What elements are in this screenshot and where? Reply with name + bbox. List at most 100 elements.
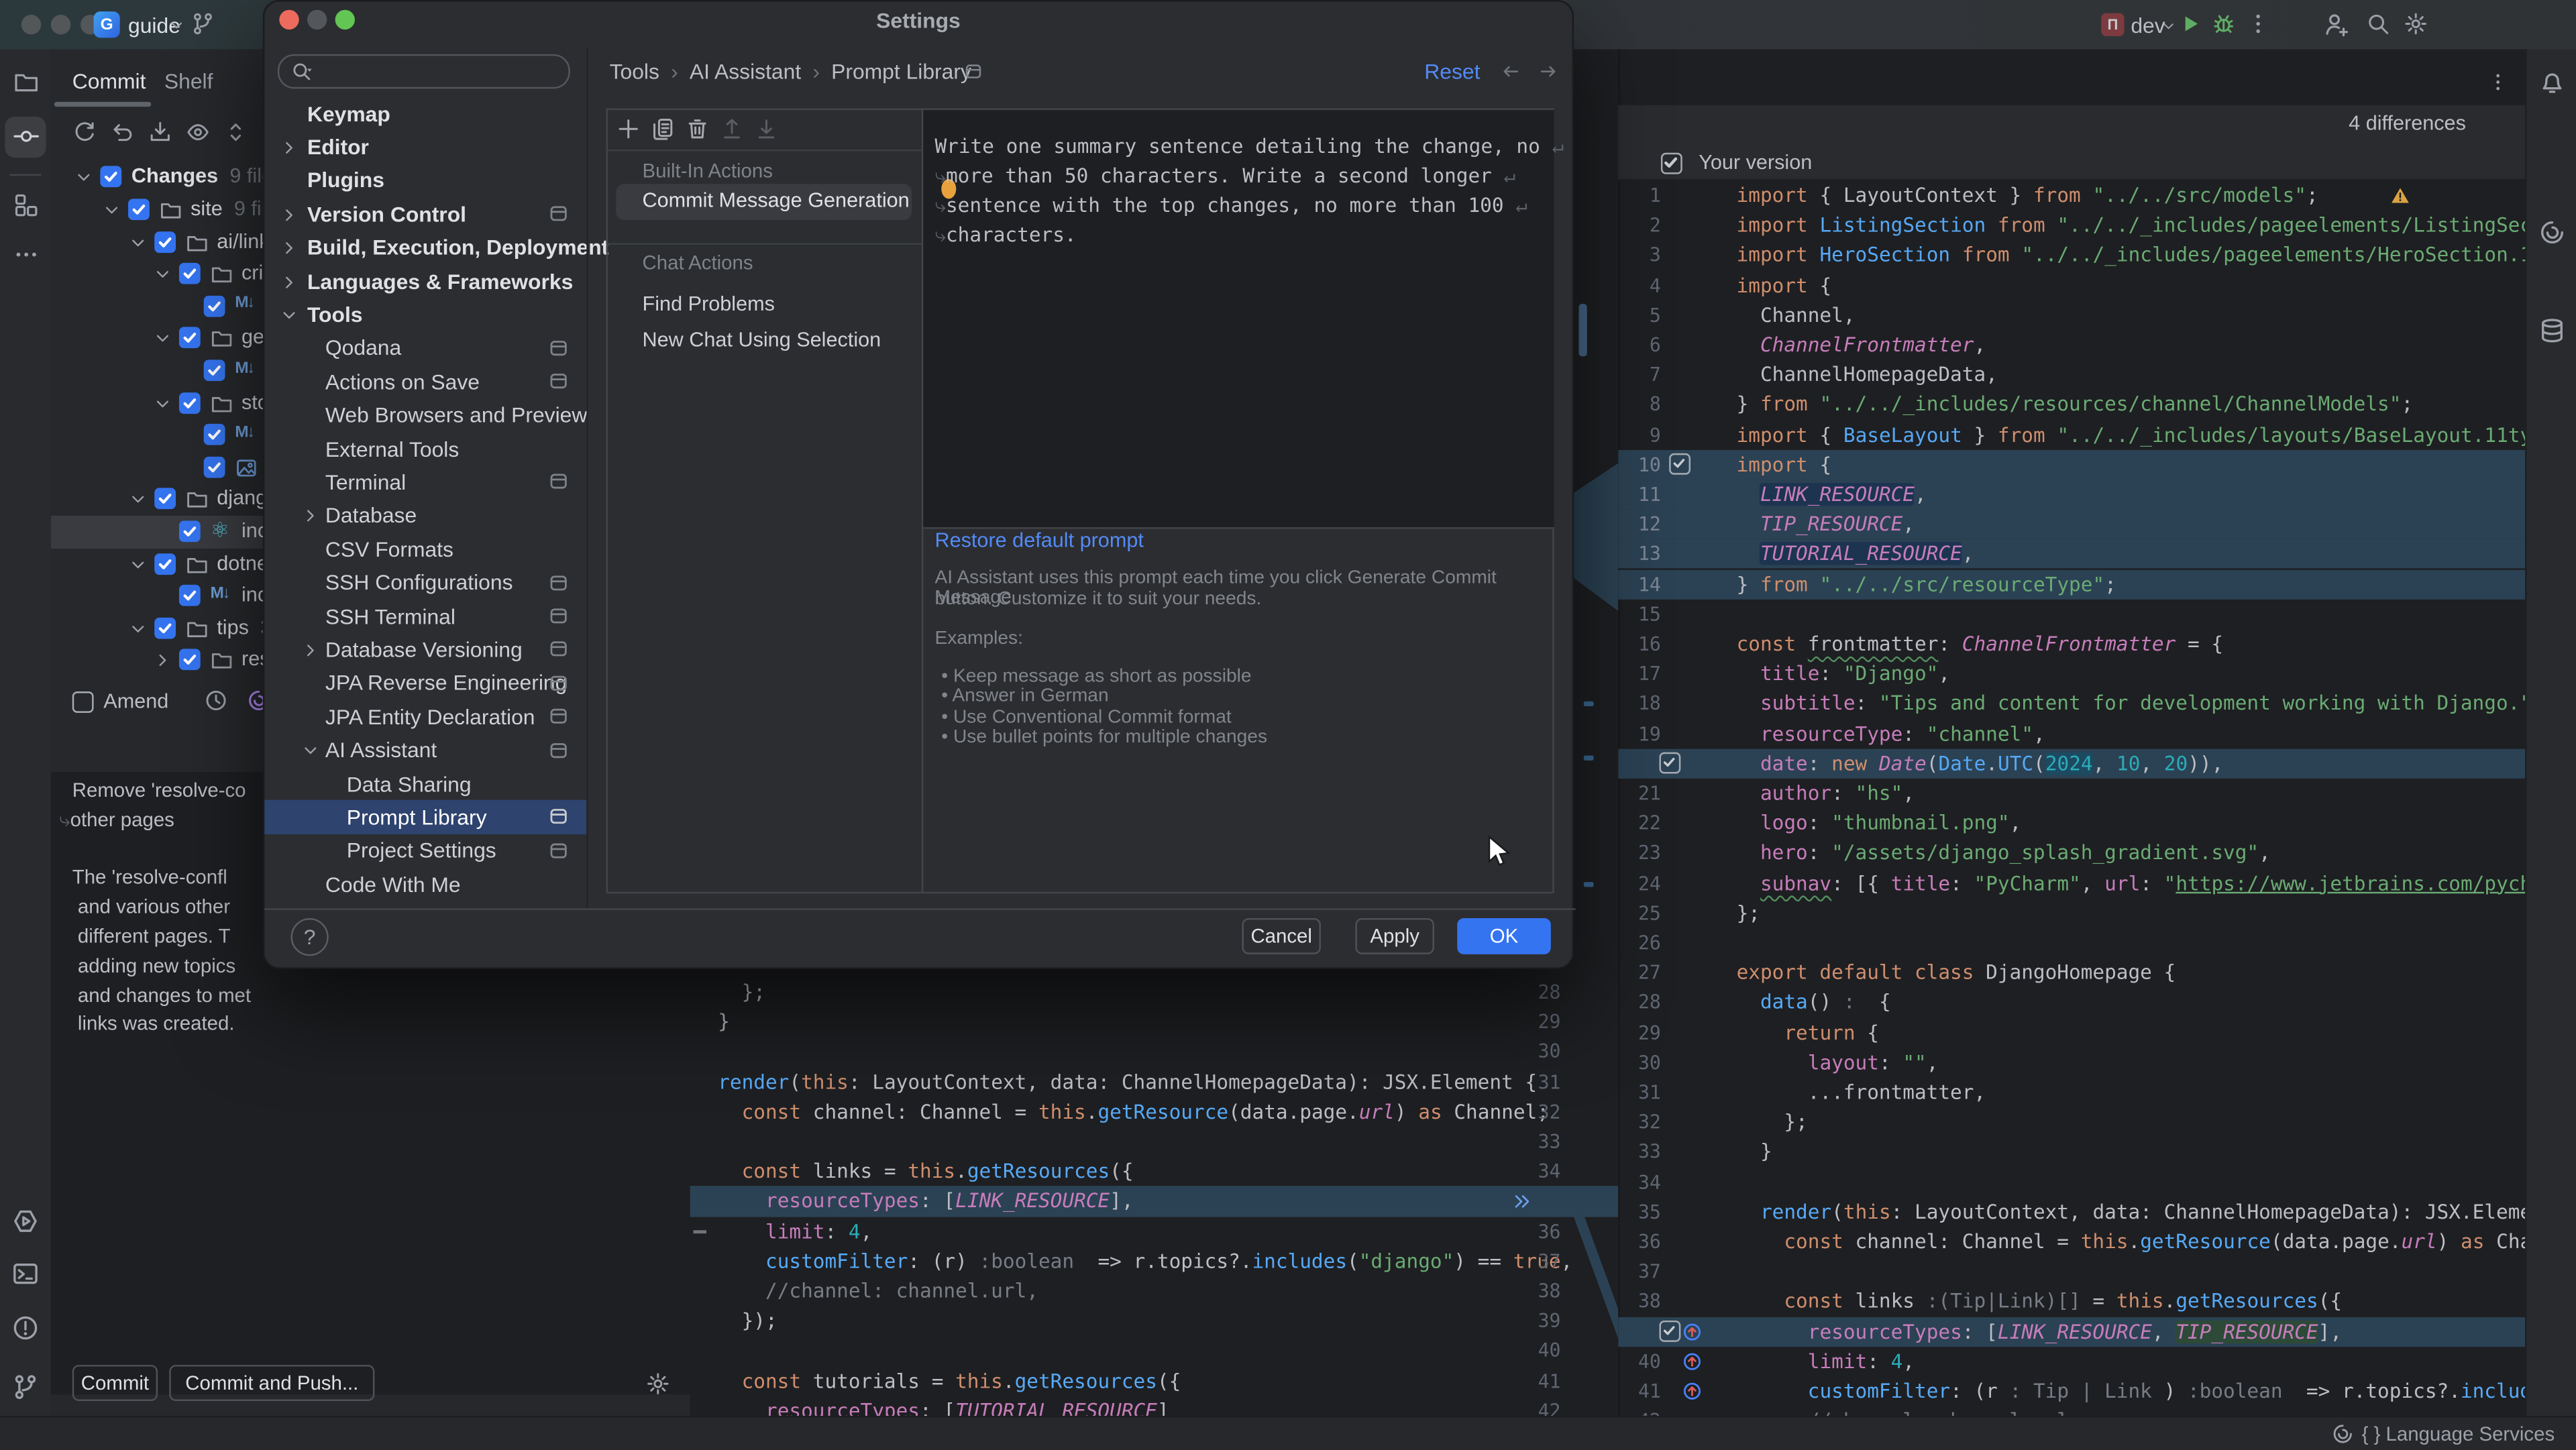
action-item-new-chat-using-selection[interactable]: New Chat Using Selection	[616, 323, 912, 359]
ai-status-icon[interactable]	[2331, 1423, 2354, 1445]
file-checkbox[interactable]	[204, 295, 225, 317]
file-checkbox[interactable]	[128, 199, 150, 220]
notifications-icon[interactable]	[2538, 67, 2567, 95]
file-checkbox[interactable]	[179, 520, 201, 542]
cancel-button[interactable]: Cancel	[1242, 918, 1321, 954]
file-checkbox[interactable]	[179, 327, 201, 349]
commit-and-push-button[interactable]: Commit and Push...	[169, 1365, 374, 1401]
file-checkbox[interactable]	[179, 649, 201, 671]
action-item-commit-message-generation[interactable]: Commit Message Generation	[616, 184, 912, 220]
settings-tree-item-languages-frameworks[interactable]: Languages & Frameworks	[264, 264, 586, 298]
settings-tree-item-csv-formats[interactable]: CSV Formats	[264, 533, 586, 566]
code-with-me-button[interactable]	[2323, 11, 2349, 38]
file-checkbox[interactable]	[179, 392, 201, 413]
more-actions-button[interactable]	[2246, 11, 2271, 36]
eye-button[interactable]	[186, 120, 211, 145]
file-checkbox[interactable]	[179, 585, 201, 606]
settings-tree-item-keymap[interactable]: Keymap	[264, 97, 586, 130]
settings-tree-item-data-sharing[interactable]: Data Sharing	[264, 767, 586, 801]
ide-settings-button[interactable]	[2404, 11, 2428, 36]
settings-tree-item-code-with-me[interactable]: Code With Me	[264, 868, 586, 901]
settings-tree-item-database[interactable]: Database	[264, 499, 586, 533]
commit-tool-icon[interactable]	[13, 123, 40, 150]
apply-change-icon[interactable]	[1680, 1380, 1703, 1402]
add-action-button[interactable]	[616, 117, 641, 142]
file-checkbox[interactable]	[100, 166, 121, 188]
settings-tree-item-jpa-reverse-engineering[interactable]: JPA Reverse Engineering	[264, 667, 586, 700]
window-minimize-icon[interactable]	[51, 15, 70, 34]
export-action-button[interactable]	[720, 117, 745, 142]
file-checkbox[interactable]	[154, 488, 176, 510]
your-version-checkbox[interactable]	[1661, 153, 1682, 174]
change-checkbox[interactable]	[1659, 1321, 1680, 1342]
file-checkbox[interactable]	[179, 263, 201, 284]
commit-button[interactable]: Commit	[72, 1365, 158, 1401]
history-icon[interactable]	[204, 688, 229, 713]
file-checkbox[interactable]	[204, 359, 225, 381]
settings-search-input[interactable]	[278, 54, 570, 89]
settings-tree-item-terminal[interactable]: Terminal	[264, 465, 586, 499]
download-tray-button[interactable]	[148, 120, 172, 145]
breadcrumb-tools[interactable]: Tools	[610, 59, 659, 84]
settings-tree-item-actions-on-save[interactable]: Actions on Save	[264, 365, 586, 398]
language-services-status[interactable]: { } Language Services	[2362, 1423, 2555, 1445]
apply-button[interactable]: Apply	[1355, 918, 1434, 954]
accept-change-chevron-icon[interactable]	[1511, 1190, 1533, 1212]
settings-tree-item-project-settings[interactable]: Project Settings	[264, 834, 586, 868]
diff-more-icon[interactable]	[2487, 69, 2509, 95]
tab-commit[interactable]: Commit	[72, 69, 146, 94]
terminal-tool-icon[interactable]	[11, 1260, 40, 1288]
refresh-button[interactable]	[72, 120, 97, 145]
breadcrumb-prompt-library[interactable]: Prompt Library	[831, 59, 971, 84]
settings-tree-item-ssh-terminal[interactable]: SSH Terminal	[264, 600, 586, 633]
more-tools-icon[interactable]	[13, 241, 40, 268]
run-button[interactable]	[2178, 11, 2203, 36]
window-close-icon[interactable]	[21, 15, 41, 34]
breadcrumb-ai-assistant[interactable]: AI Assistant	[690, 59, 801, 84]
rollback-button[interactable]	[110, 120, 135, 145]
ok-button[interactable]: OK	[1457, 918, 1551, 954]
search-everywhere-button[interactable]	[2366, 11, 2391, 36]
file-checkbox[interactable]	[204, 456, 225, 478]
settings-tree-item-tools[interactable]: Tools	[264, 298, 586, 331]
back-icon[interactable]	[1500, 61, 1521, 82]
database-tool-icon[interactable]	[2538, 317, 2567, 345]
settings-tree-item-plugins[interactable]: Plugins	[264, 164, 586, 197]
settings-tree-item-ai-assistant[interactable]: AI Assistant	[264, 734, 586, 767]
settings-tree-item-web-browsers-and-preview[interactable]: Web Browsers and Preview	[264, 398, 586, 432]
settings-tree-item-qodana[interactable]: Qodana	[264, 331, 586, 365]
import-action-button[interactable]	[754, 117, 779, 142]
diff-pane-right[interactable]: 1import { LayoutContext } from "../../sr…	[1618, 49, 2525, 1416]
settings-tree-item-editor[interactable]: Editor	[264, 130, 586, 164]
change-checkbox[interactable]	[1669, 453, 1690, 475]
help-button[interactable]: ?	[290, 918, 328, 956]
apply-change-icon[interactable]	[1680, 1349, 1703, 1372]
reset-link[interactable]: Reset	[1424, 59, 1480, 84]
file-checkbox[interactable]	[154, 231, 176, 252]
breadcrumb[interactable]: Tools›AI Assistant›Prompt Library	[610, 59, 971, 84]
settings-tree-item-version-control[interactable]: Version Control	[264, 197, 586, 231]
settings-tree-item-prompt-library[interactable]: Prompt Library	[264, 801, 586, 834]
services-tool-icon[interactable]	[11, 1207, 40, 1235]
commit-options-icon[interactable]	[645, 1372, 670, 1396]
file-checkbox[interactable]	[154, 553, 176, 574]
git-tool-icon[interactable]	[11, 1373, 40, 1401]
ai-assistant-tool-icon[interactable]	[2538, 219, 2567, 247]
amend-checkbox[interactable]	[72, 691, 94, 713]
apply-change-icon[interactable]	[1680, 1320, 1703, 1343]
problems-tool-icon[interactable]	[11, 1314, 40, 1342]
prompt-text-editor[interactable]: Write one summary sentence detailing the…	[923, 110, 1554, 528]
action-item-find-problems[interactable]: Find Problems	[616, 288, 912, 324]
file-checkbox[interactable]	[154, 617, 176, 638]
restore-default-prompt-link[interactable]: Restore default prompt	[934, 529, 1143, 552]
settings-tree-item-external-tools[interactable]: External Tools	[264, 432, 586, 465]
settings-tree-item-ssh-configurations[interactable]: SSH Configurations	[264, 566, 586, 600]
structure-tool-icon[interactable]	[13, 192, 40, 219]
settings-tree-item-jpa-entity-declaration[interactable]: JPA Entity Declaration	[264, 700, 586, 734]
vcs-widget-icon[interactable]	[191, 11, 215, 36]
file-checkbox[interactable]	[204, 424, 225, 445]
duplicate-action-button[interactable]	[651, 117, 676, 142]
expand-all-button[interactable]	[223, 120, 248, 145]
settings-tree-item-build-execution-deployment[interactable]: Build, Execution, Deployment	[264, 231, 586, 264]
change-checkbox[interactable]	[1659, 752, 1680, 774]
